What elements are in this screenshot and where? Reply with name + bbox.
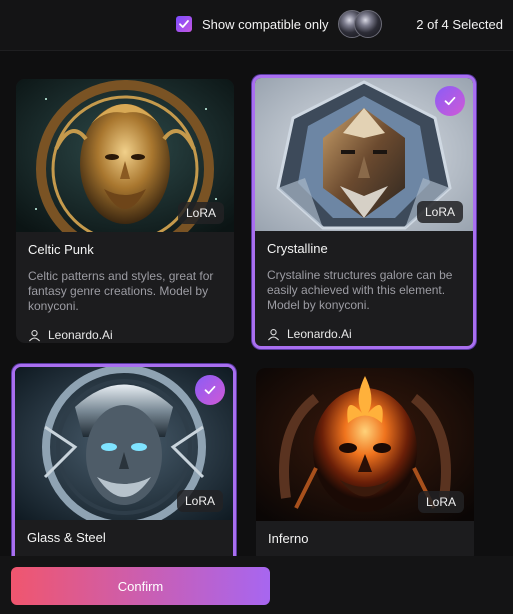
show-compatible-label[interactable]: Show compatible only <box>202 17 328 32</box>
selected-check-icon[interactable] <box>435 86 465 116</box>
element-title: Crystalline <box>267 241 328 256</box>
element-title: Glass & Steel <box>27 530 106 545</box>
element-card-inferno[interactable]: LoRA Inferno <box>256 368 474 564</box>
element-author: Leonardo.Ai <box>267 327 461 341</box>
element-author: Leonardo.Ai <box>28 328 222 342</box>
show-compatible-checkbox[interactable] <box>176 16 192 32</box>
check-icon <box>179 20 189 28</box>
user-icon <box>28 329 41 341</box>
element-thumbnail: LoRA <box>15 367 233 520</box>
model-thumbnail <box>354 10 382 38</box>
element-card-crystalline[interactable]: LoRA Crystalline Crystaline structures g… <box>252 75 476 349</box>
selected-check-icon[interactable] <box>195 375 225 405</box>
element-card-celtic-punk[interactable]: LoRA Celtic Punk Celtic patterns and sty… <box>16 79 234 343</box>
confirm-button[interactable]: Confirm <box>11 567 270 605</box>
filter-bar: Show compatible only 2 of 4 Selected <box>0 0 513 51</box>
element-card-glass-steel[interactable]: LoRA Glass & Steel <box>12 364 236 570</box>
element-description: Crystaline structures galore can be easi… <box>267 268 453 312</box>
selected-count: 2 of 4 Selected <box>416 17 503 32</box>
user-icon <box>267 328 280 340</box>
element-title: Inferno <box>268 531 309 546</box>
model-thumbnails <box>338 10 382 38</box>
element-thumbnail: LoRA <box>255 78 473 231</box>
lora-badge: LoRA <box>177 202 224 224</box>
element-thumbnail: LoRA <box>16 79 234 232</box>
lora-badge: LoRA <box>176 490 223 512</box>
footer-bar: Confirm <box>0 556 513 614</box>
element-thumbnail: LoRA <box>256 368 474 521</box>
author-name: Leonardo.Ai <box>48 328 113 342</box>
element-title: Celtic Punk <box>28 242 94 257</box>
lora-badge: LoRA <box>416 201 463 223</box>
author-name: Leonardo.Ai <box>287 327 352 341</box>
element-description: Celtic patterns and styles, great for fa… <box>28 269 214 313</box>
lora-badge: LoRA <box>417 491 464 513</box>
